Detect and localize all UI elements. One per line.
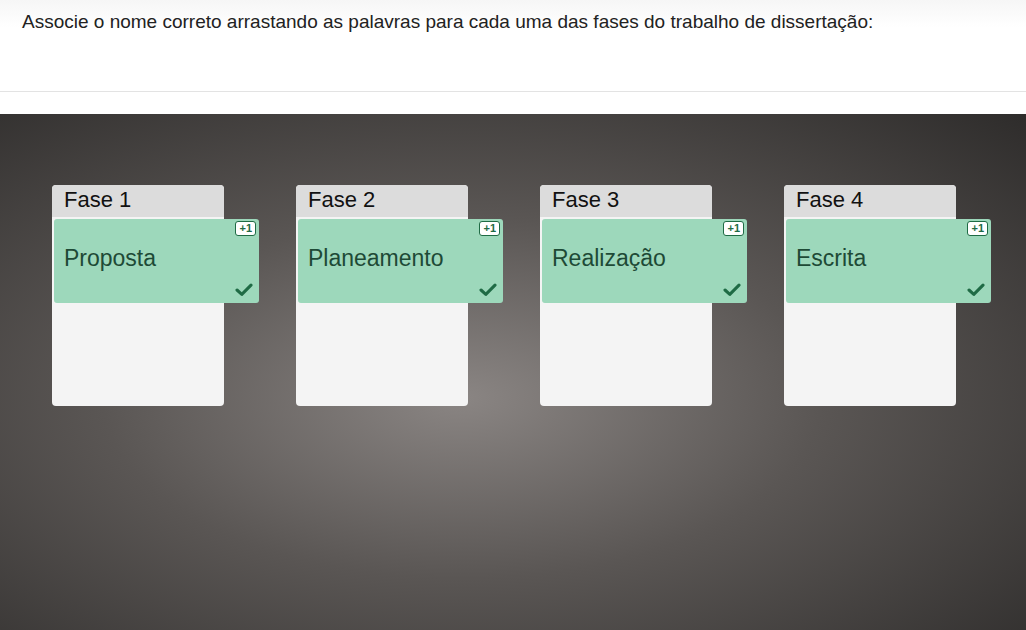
points-badge: +1: [235, 221, 256, 236]
phase-label: Fase 1: [52, 185, 224, 217]
check-icon: [479, 283, 497, 297]
drop-zone[interactable]: Fase 4 Escrita +1: [784, 185, 956, 406]
answer-card[interactable]: Planeamento +1: [298, 219, 503, 303]
question-text: Associe o nome correto arrastando as pal…: [0, 0, 1026, 92]
drop-zone[interactable]: Fase 3 Realização +1: [540, 185, 712, 406]
drop-zone[interactable]: Fase 2 Planeamento +1: [296, 185, 468, 406]
answer-card[interactable]: Realização +1: [542, 219, 747, 303]
drop-zone[interactable]: Fase 1 Proposta +1: [52, 185, 224, 406]
quiz-page: Associe o nome correto arrastando as pal…: [0, 0, 1026, 630]
points-badge: +1: [967, 221, 988, 236]
phase-label: Fase 2: [296, 185, 468, 217]
answer-card[interactable]: Proposta +1: [54, 219, 259, 303]
check-icon: [723, 283, 741, 297]
phase-label: Fase 3: [540, 185, 712, 217]
points-badge: +1: [479, 221, 500, 236]
phase-label: Fase 4: [784, 185, 956, 217]
check-icon: [967, 283, 985, 297]
points-badge: +1: [723, 221, 744, 236]
answer-card[interactable]: Escrita +1: [786, 219, 991, 303]
background-image: Fase 1 Proposta +1 Fase 2 Planeamento +1…: [0, 114, 1026, 630]
check-icon: [235, 283, 253, 297]
